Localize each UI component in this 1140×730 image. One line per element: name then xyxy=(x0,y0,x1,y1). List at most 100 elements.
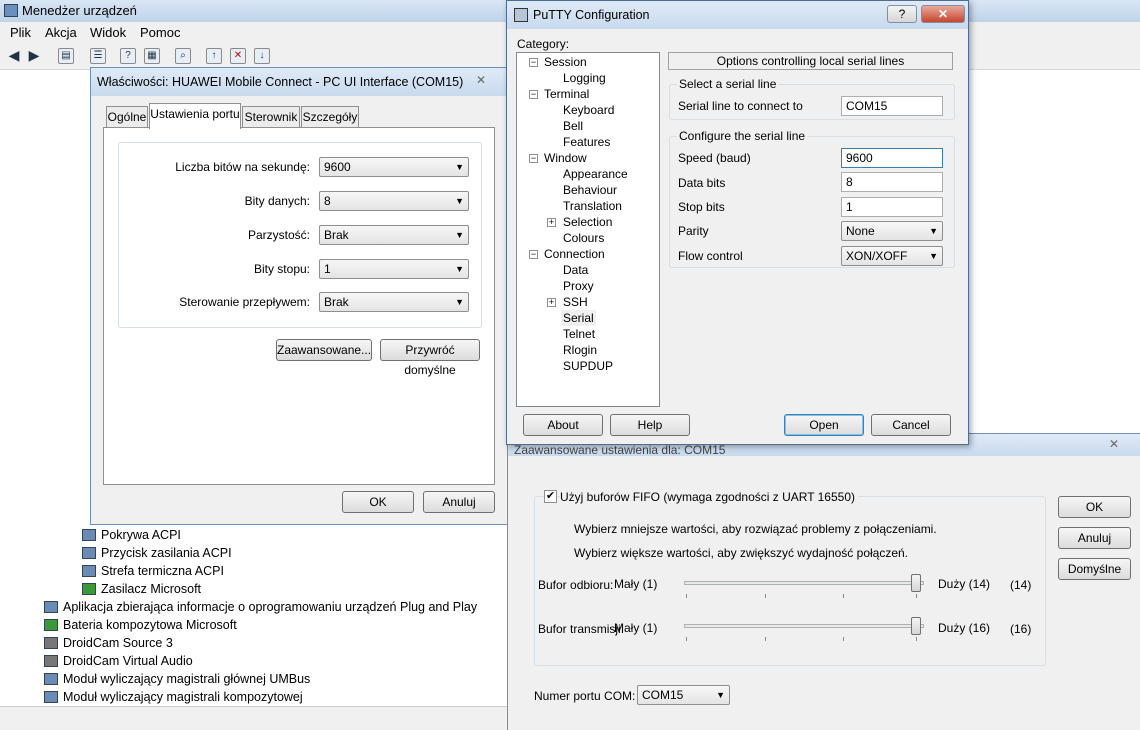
close-icon[interactable]: ✕ xyxy=(461,72,501,90)
tree-item[interactable]: Zasilacz Microsoft xyxy=(82,580,201,598)
databits-input[interactable]: 8 xyxy=(841,172,943,192)
help-icon[interactable]: ? xyxy=(120,48,136,64)
serial-line-input[interactable]: COM15 xyxy=(841,96,943,116)
expand-icon[interactable]: + xyxy=(547,298,556,307)
menu-pomoc[interactable]: Pomoc xyxy=(140,25,180,40)
stopbits-select[interactable]: 1 ▼ xyxy=(319,259,469,279)
tab-ogolne[interactable]: Ogólne xyxy=(106,106,148,128)
tree-telnet[interactable]: Telnet xyxy=(563,326,595,342)
tree-supdup[interactable]: SUPDUP xyxy=(563,358,613,374)
menu-akcja[interactable]: Akcja xyxy=(45,25,77,40)
rx-buffer-slider-track xyxy=(684,581,924,585)
close-icon[interactable]: ✕ xyxy=(921,5,965,23)
tree-session[interactable]: Session xyxy=(544,54,587,70)
tree-item[interactable]: Strefa termiczna ACPI xyxy=(82,562,224,580)
tree-data[interactable]: Data xyxy=(563,262,588,278)
fifo-checkbox[interactable]: ✔ xyxy=(544,490,557,503)
tree-rlogin[interactable]: Rlogin xyxy=(563,342,597,358)
tree-item[interactable]: Moduł wyliczający magistrali głównej UMB… xyxy=(44,670,310,688)
stopbits-input[interactable]: 1 xyxy=(841,197,943,217)
update-driver-icon[interactable]: ↑ xyxy=(206,48,222,64)
advanced-button[interactable]: Zaawansowane... xyxy=(276,339,372,361)
speed-input[interactable]: 9600 xyxy=(841,148,943,168)
defaults-button[interactable]: Domyślne xyxy=(1058,558,1131,580)
tx-buffer-slider[interactable] xyxy=(911,617,921,635)
tree-behaviour[interactable]: Behaviour xyxy=(563,182,617,198)
about-button[interactable]: About xyxy=(523,414,603,436)
collapse-icon[interactable]: − xyxy=(529,58,538,67)
action-pane-icon[interactable]: ▦ xyxy=(144,48,160,64)
device-manager-icon xyxy=(4,4,18,17)
help-icon[interactable]: ? xyxy=(887,5,917,23)
chevron-down-icon: ▼ xyxy=(455,230,464,240)
tree-appearance[interactable]: Appearance xyxy=(563,166,628,182)
collapse-icon[interactable]: − xyxy=(529,90,538,99)
close-icon[interactable]: ✕ xyxy=(1094,436,1134,454)
tree-features[interactable]: Features xyxy=(563,134,610,150)
tab-ustawienia-portu[interactable]: Ustawienia portu xyxy=(149,103,241,129)
tree-serial[interactable]: Serial xyxy=(561,310,596,326)
properties-dialog: Właściwości: HUAWEI Mobile Connect - PC … xyxy=(90,67,508,525)
putty-title: PuTTY Configuration xyxy=(533,8,650,22)
tree-item-label: Strefa termiczna ACPI xyxy=(101,564,224,578)
flow-select[interactable]: Brak ▼ xyxy=(319,292,469,312)
tx-buffer-value: (16) xyxy=(1010,622,1032,636)
com-port-select[interactable]: COM15 ▼ xyxy=(637,685,730,705)
rx-buffer-slider[interactable] xyxy=(911,574,921,592)
tree-item[interactable]: Pokrywa ACPI xyxy=(82,526,181,544)
databits-select[interactable]: 8 ▼ xyxy=(319,191,469,211)
databits-label: Data bits xyxy=(678,176,726,190)
tree-item-label: Zasilacz Microsoft xyxy=(101,582,202,596)
tab-sterownik[interactable]: Sterownik xyxy=(242,106,300,128)
disable-device-icon[interactable]: ↓ xyxy=(254,48,270,64)
cancel-button[interactable]: Cancel xyxy=(871,414,951,436)
tree-window[interactable]: Window xyxy=(544,150,587,166)
tree-bell[interactable]: Bell xyxy=(563,118,583,134)
ok-button[interactable]: OK xyxy=(1058,496,1131,518)
tree-keyboard[interactable]: Keyboard xyxy=(563,102,614,118)
tree-item[interactable]: Aplikacja zbierająca informacje o oprogr… xyxy=(44,598,477,616)
parity-select[interactable]: Brak ▼ xyxy=(319,225,469,245)
menu-widok[interactable]: Widok xyxy=(90,25,126,40)
open-button[interactable]: Open xyxy=(784,414,864,436)
help-button[interactable]: Help xyxy=(610,414,690,436)
rx-buffer-label: Bufor odbioru: xyxy=(538,578,614,592)
tree-proxy[interactable]: Proxy xyxy=(563,278,594,294)
baud-select[interactable]: 9600 ▼ xyxy=(319,157,469,177)
tree-item[interactable]: Moduł wyliczający magistrali kompozytowe… xyxy=(44,688,303,706)
parity-select[interactable]: None ▼ xyxy=(841,221,943,241)
cancel-button[interactable]: Anuluj xyxy=(423,491,495,513)
restore-defaults-button[interactable]: Przywróć domyślne xyxy=(380,339,480,377)
scan-hardware-icon[interactable]: ⌕ xyxy=(175,48,191,64)
ok-button[interactable]: OK xyxy=(342,491,414,513)
tree-colours[interactable]: Colours xyxy=(563,230,604,246)
menu-plik[interactable]: Plik xyxy=(10,25,31,40)
tab-szczegoly[interactable]: Szczegóły xyxy=(301,106,359,128)
properties-icon[interactable]: ☰ xyxy=(90,48,106,64)
com-port-value: COM15 xyxy=(642,688,684,702)
tree-connection[interactable]: Connection xyxy=(544,246,605,262)
collapse-icon[interactable]: − xyxy=(529,154,538,163)
uninstall-icon[interactable]: ✕ xyxy=(230,48,246,64)
tree-item[interactable]: DroidCam Virtual Audio xyxy=(44,652,193,670)
tree-logging[interactable]: Logging xyxy=(563,70,606,86)
slider-tick xyxy=(765,594,766,598)
tree-terminal[interactable]: Terminal xyxy=(544,86,589,102)
cancel-button[interactable]: Anuluj xyxy=(1058,527,1131,549)
stopbits-label: Stop bits xyxy=(678,200,725,214)
tree-item[interactable]: Przycisk zasilania ACPI xyxy=(82,544,232,562)
back-icon[interactable]: ◀ xyxy=(6,48,22,64)
show-hide-tree-icon[interactable]: ▤ xyxy=(58,48,74,64)
tree-translation[interactable]: Translation xyxy=(563,198,622,214)
tx-max-label: Duży (16) xyxy=(938,621,991,635)
slider-tick xyxy=(686,594,687,598)
forward-icon[interactable]: ▶ xyxy=(26,48,42,64)
expand-icon[interactable]: + xyxy=(547,218,556,227)
panel-header: Options controlling local serial lines xyxy=(668,52,953,70)
tree-selection[interactable]: Selection xyxy=(563,214,612,230)
collapse-icon[interactable]: − xyxy=(529,250,538,259)
tree-item[interactable]: DroidCam Source 3 xyxy=(44,634,173,652)
tree-item[interactable]: Bateria kompozytowa Microsoft xyxy=(44,616,237,634)
tree-ssh[interactable]: SSH xyxy=(563,294,588,310)
flow-select[interactable]: XON/XOFF ▼ xyxy=(841,246,943,266)
